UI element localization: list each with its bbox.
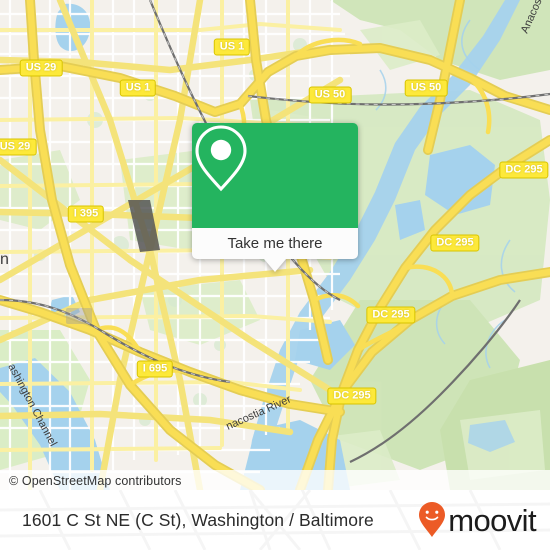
road-shield: US 29 (0, 138, 37, 156)
road-shield-label: US 29 (25, 61, 57, 74)
road-shield: US 1 (213, 38, 251, 56)
road-shield: I 395 (67, 205, 105, 223)
popup-pointer-tail (264, 259, 286, 272)
moovit-wordmark: moovit (448, 502, 536, 538)
road-shield-label: US 29 (0, 140, 31, 153)
take-me-there-label: Take me there (227, 235, 323, 252)
road-shield: US 50 (308, 86, 352, 104)
road-shield-label: US 50 (314, 88, 346, 101)
popup-action-row[interactable]: Take me there (192, 228, 358, 259)
moovit-map-screenshot: Anacostia River nacostia River ashington… (0, 0, 550, 550)
road-shield-label: US 1 (125, 81, 151, 94)
map-canvas[interactable]: Anacostia River nacostia River ashington… (0, 0, 550, 490)
location-popup-card[interactable]: Take me there (192, 123, 358, 272)
road-shield: US 1 (119, 79, 157, 97)
address-label: 1601 C St NE (C St), Washington / Baltim… (22, 509, 374, 530)
road-shield-label: US 1 (219, 40, 245, 53)
road-shield: DC 295 (499, 161, 549, 179)
road-shield-label: I 395 (73, 207, 99, 220)
road-shield: DC 295 (366, 306, 416, 324)
road-shield-label: DC 295 (436, 236, 474, 249)
road-shield: US 29 (19, 59, 63, 77)
road-shield-label: US 50 (410, 81, 442, 94)
map-attribution-bar: © OpenStreetMap contributors (0, 470, 550, 490)
city-label-washington-partial: n (0, 251, 9, 268)
road-shield-label: I 695 (142, 362, 168, 375)
moovit-pin-smiley-icon (419, 502, 446, 537)
road-shield: US 50 (404, 79, 448, 97)
road-shield-label: DC 295 (372, 308, 410, 321)
road-shield-label: DC 295 (505, 163, 543, 176)
moovit-logo[interactable]: moovit (417, 501, 537, 539)
road-shield: I 695 (136, 360, 174, 378)
footer-bar: 1601 C St NE (C St), Washington / Baltim… (0, 490, 550, 550)
road-shield: DC 295 (327, 387, 377, 405)
popup-icon-panel (192, 123, 358, 228)
road-shield: DC 295 (430, 234, 480, 252)
road-shield-label: DC 295 (333, 389, 371, 402)
attribution-text: © OpenStreetMap contributors (9, 473, 182, 488)
map-pin-icon (195, 125, 247, 192)
